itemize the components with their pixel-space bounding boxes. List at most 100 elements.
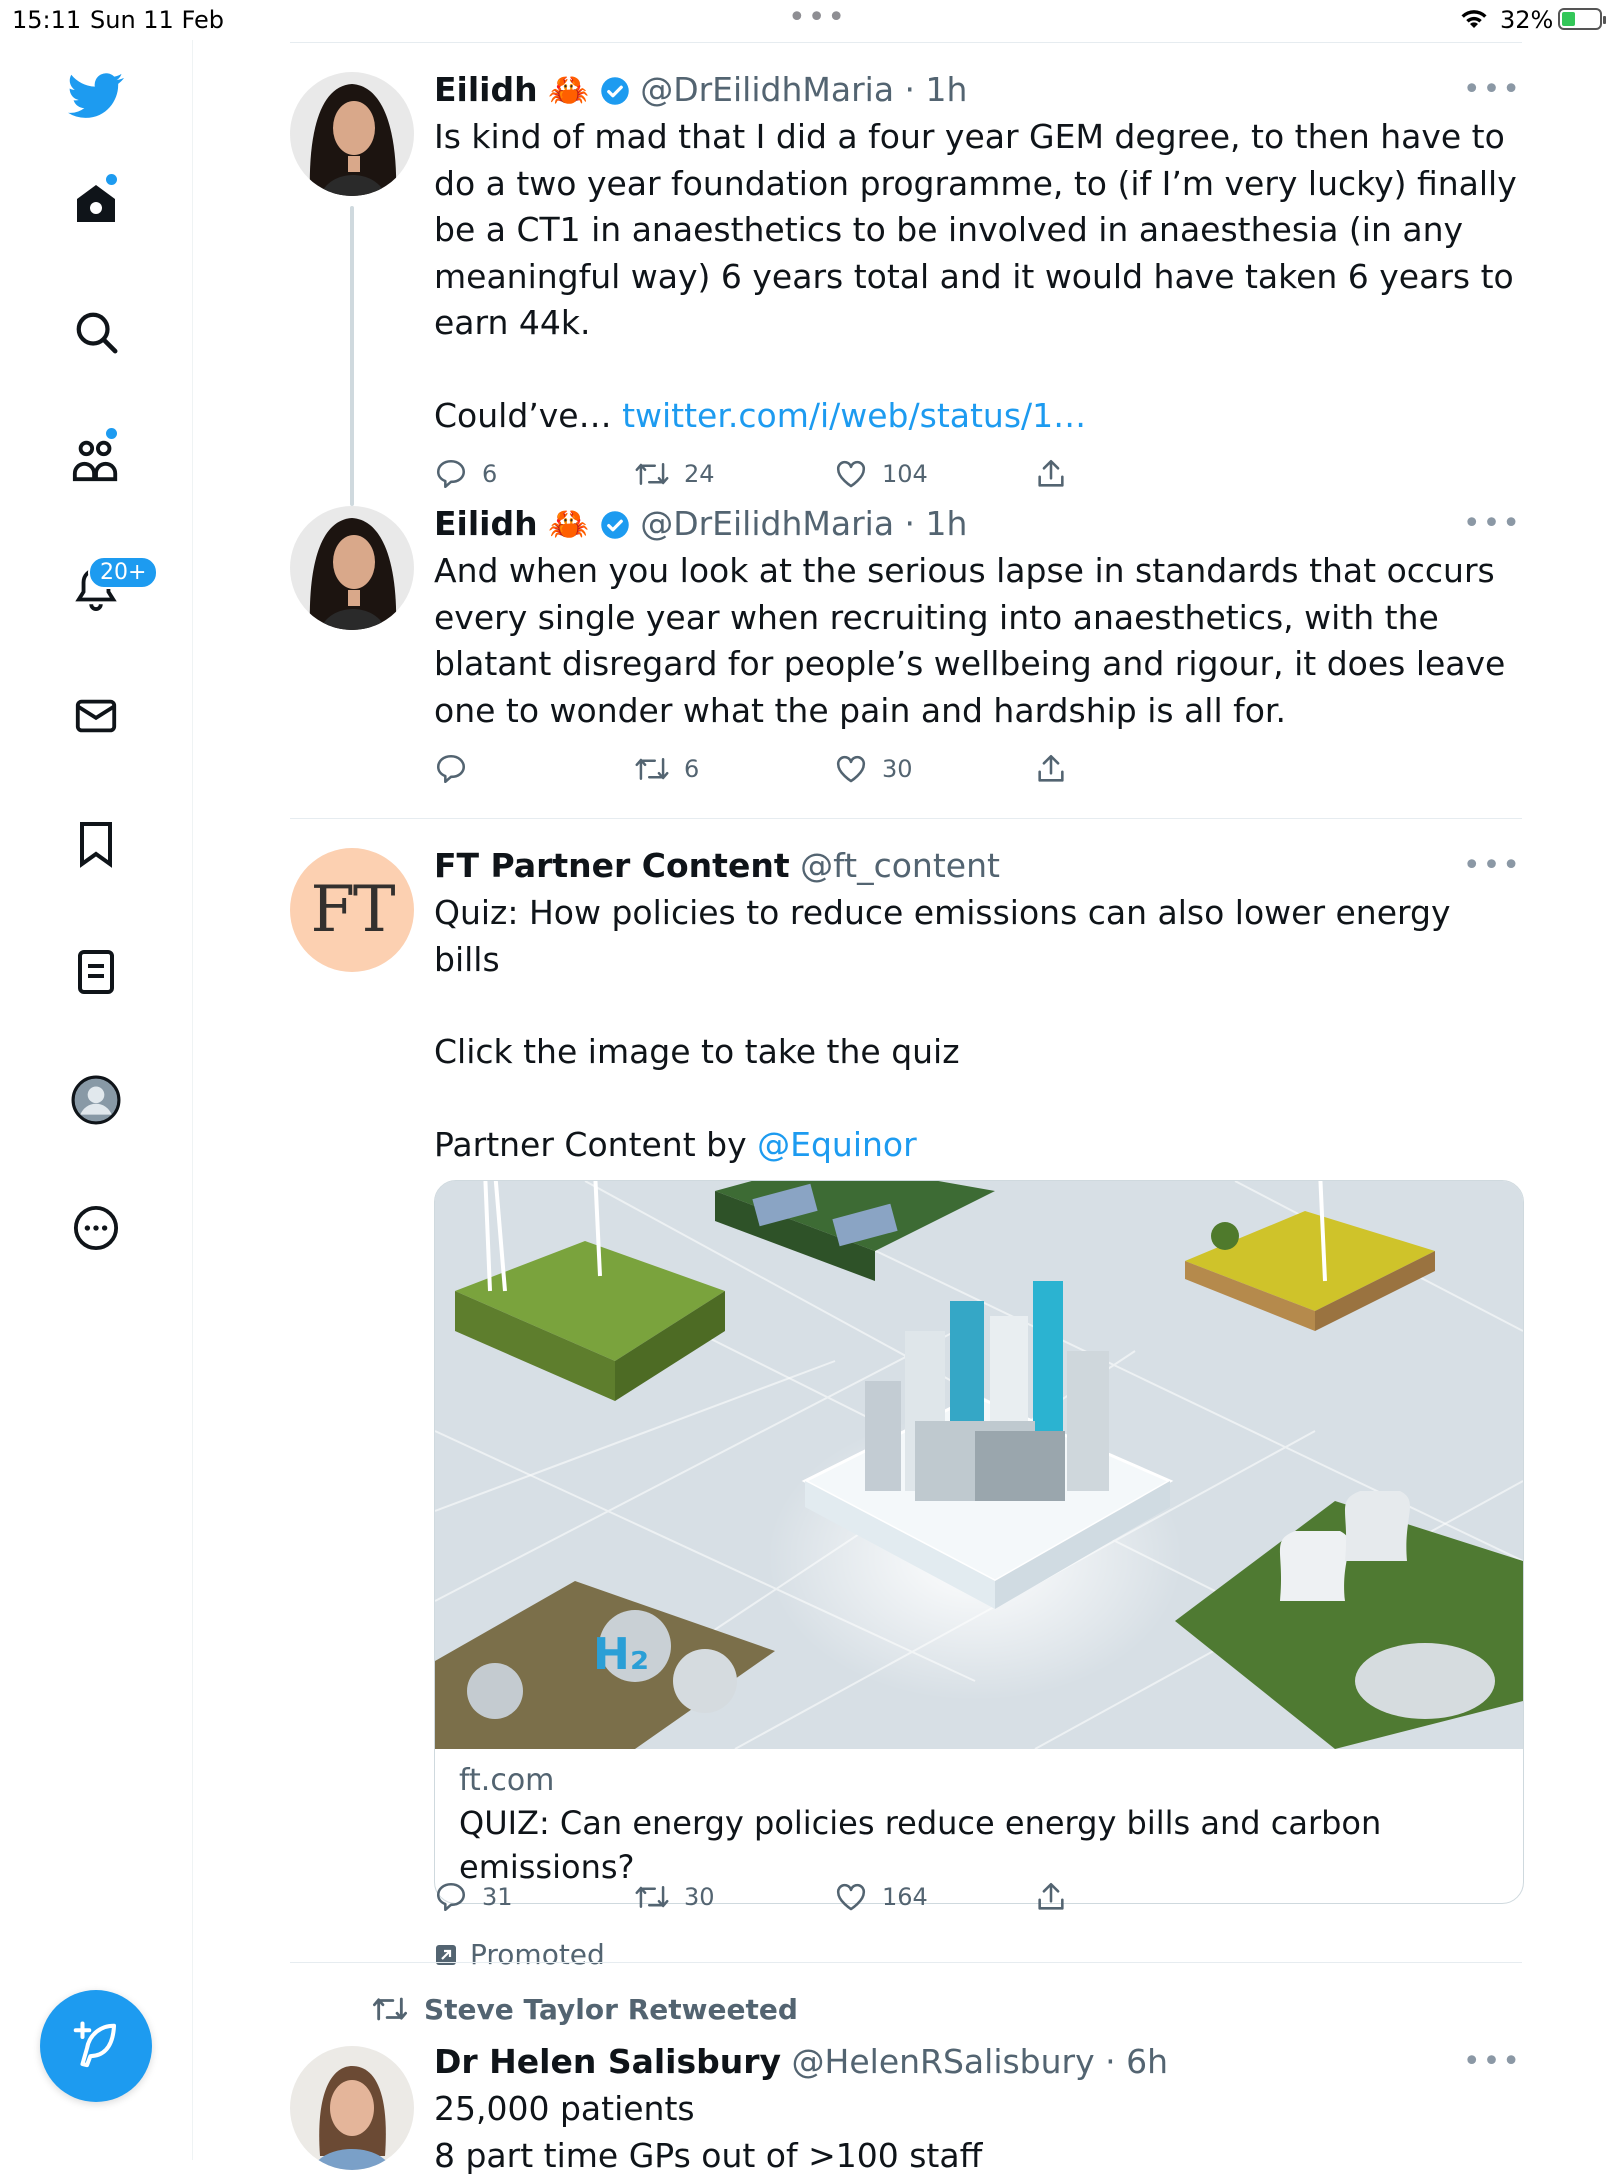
like-heart-icon — [834, 457, 868, 491]
status-bar: 15:11 Sun 11 Feb ••• 32% — [0, 0, 1620, 40]
tweet-actions: 31 30 164 — [434, 1880, 1522, 1924]
share-button[interactable] — [1034, 752, 1068, 786]
author-handle[interactable]: @DrEilidhMaria — [640, 504, 894, 543]
ft-logo-text: FT — [310, 873, 393, 947]
tweet-header: Eilidh 🦀 @DrEilidhMaria · 1h ••• — [434, 502, 1522, 546]
more-options-icon[interactable] — [60, 1192, 132, 1264]
messages-mail-icon[interactable] — [60, 680, 132, 752]
verified-badge-icon — [600, 510, 630, 540]
tweet-header: Eilidh 🦀 @DrEilidhMaria · 1h ••• — [434, 68, 1522, 112]
like-count: 164 — [882, 1883, 928, 1911]
twitter-logo-icon[interactable] — [60, 60, 132, 132]
tweet-more-icon[interactable]: ••• — [1463, 844, 1522, 888]
card-title: QUIZ: Can energy policies reduce energy … — [459, 1801, 1499, 1889]
home-icon[interactable] — [60, 168, 132, 240]
share-icon — [1034, 752, 1068, 786]
retweet-icon — [634, 1880, 670, 1914]
tweet-divider — [290, 818, 1522, 819]
reply-button[interactable] — [434, 752, 482, 786]
share-button[interactable] — [1034, 457, 1068, 491]
tweet-text: Quiz: How policies to reduce emissions c… — [434, 890, 1522, 983]
sidebar: 20+ — [0, 40, 193, 2160]
communities-notification-dot — [106, 428, 117, 439]
card-image[interactable]: H₂ — [435, 1181, 1523, 1749]
retweet-button[interactable]: 24 — [634, 457, 715, 491]
author-handle[interactable]: @HelenRSalisbury — [792, 2042, 1095, 2081]
retweeted-by: Steve Taylor Retweeted — [424, 1993, 798, 2026]
share-button[interactable] — [1034, 1880, 1068, 1914]
retweet-context[interactable]: Steve Taylor Retweeted — [370, 1992, 798, 2026]
home-notification-dot — [106, 174, 117, 185]
author-name[interactable]: Dr Helen Salisbury — [434, 2042, 781, 2081]
like-heart-icon — [834, 1880, 868, 1914]
share-icon — [1034, 457, 1068, 491]
verified-badge-icon — [600, 76, 630, 106]
compose-feather-icon — [69, 2019, 123, 2073]
tweet-actions: 6 24 104 — [434, 457, 1522, 501]
thread-line — [350, 206, 354, 506]
tweet-time[interactable]: · 1h — [905, 70, 968, 109]
retweet-button[interactable]: 30 — [634, 1880, 715, 1914]
reply-icon — [434, 752, 468, 786]
crab-emoji: 🦀 — [548, 70, 589, 109]
avatar[interactable] — [290, 72, 414, 196]
author-name[interactable]: FT Partner Content — [434, 846, 790, 885]
energy-city-illustration: H₂ — [435, 1181, 1523, 1749]
mention-link[interactable]: @Equinor — [757, 1125, 917, 1164]
tweet-content: Eilidh 🦀 @DrEilidhMaria · 1h ••• And whe… — [434, 502, 1522, 796]
profile-avatar-icon[interactable] — [60, 1064, 132, 1136]
tweet-content: FT Partner Content @ft_content ••• Quiz:… — [434, 844, 1522, 1168]
link-card[interactable]: H₂ ft.com QUIZ: Can energy policies redu… — [434, 1180, 1524, 1904]
reply-button[interactable]: 6 — [434, 457, 497, 491]
avatar[interactable]: FT — [290, 848, 414, 972]
bookmarks-icon[interactable] — [60, 808, 132, 880]
author-name[interactable]: Eilidh — [434, 504, 538, 543]
author-handle[interactable]: @DrEilidhMaria — [640, 70, 894, 109]
tweet-text-line2: 8 part time GPs out of >100 staff — [434, 2133, 1522, 2179]
avatar[interactable] — [290, 506, 414, 630]
status-time: 15:11 — [12, 6, 81, 34]
retweet-context-icon — [370, 1992, 410, 2026]
tweet-time[interactable]: · 1h — [905, 504, 968, 543]
like-heart-icon — [834, 752, 868, 786]
author-handle[interactable]: @ft_content — [800, 846, 1000, 885]
like-button[interactable]: 104 — [834, 457, 928, 491]
reply-icon — [434, 457, 468, 491]
lists-icon[interactable] — [60, 936, 132, 1008]
like-button[interactable]: 164 — [834, 1880, 928, 1914]
tweet-divider — [290, 1962, 1522, 1963]
communities-icon[interactable] — [60, 424, 132, 496]
crab-emoji: 🦀 — [548, 504, 589, 543]
tweet-more-icon[interactable]: ••• — [1463, 68, 1522, 112]
retweet-count: 30 — [684, 1883, 715, 1911]
reply-count: 31 — [482, 1883, 513, 1911]
card-domain: ft.com — [459, 1761, 1499, 1801]
status-date: Sun 11 Feb — [90, 6, 224, 34]
compose-tweet-button[interactable] — [40, 1990, 152, 2102]
promoted-text: Promoted — [470, 1938, 605, 1971]
retweet-count: 6 — [684, 755, 699, 783]
multitasking-dots-icon[interactable]: ••• — [788, 0, 847, 35]
tweet-text-continued: Could’ve… twitter.com/i/web/status/1… — [434, 393, 1522, 440]
tweet-time[interactable]: · 6h — [1105, 2042, 1168, 2081]
tweet-actions: 6 30 — [434, 752, 1522, 796]
tweet-text-prefix: Could’ve… — [434, 396, 622, 435]
tweet-content: Dr Helen Salisbury @HelenRSalisbury · 6h… — [434, 2040, 1522, 2179]
tweet-link[interactable]: twitter.com/i/web/status/1… — [622, 396, 1086, 435]
share-icon — [1034, 1880, 1068, 1914]
search-icon[interactable] — [60, 296, 132, 368]
reply-button[interactable]: 31 — [434, 1880, 513, 1914]
promoted-label[interactable]: Promoted — [434, 1938, 1522, 1971]
tweet-text: And when you look at the serious lapse i… — [434, 548, 1522, 734]
partner-prefix: Partner Content by — [434, 1125, 757, 1164]
tweet-footer: 31 30 164 Promoted — [434, 1880, 1522, 1971]
tweet-text-line3: Partner Content by @Equinor — [434, 1122, 1522, 1169]
retweet-button[interactable]: 6 — [634, 752, 699, 786]
tweet-content: Eilidh 🦀 @DrEilidhMaria · 1h ••• Is kind… — [434, 68, 1522, 501]
tweet-more-icon[interactable]: ••• — [1463, 2040, 1522, 2084]
tweet-more-icon[interactable]: ••• — [1463, 502, 1522, 546]
battery-icon — [1558, 8, 1602, 30]
avatar[interactable] — [290, 2046, 414, 2170]
like-button[interactable]: 30 — [834, 752, 913, 786]
author-name[interactable]: Eilidh — [434, 70, 538, 109]
